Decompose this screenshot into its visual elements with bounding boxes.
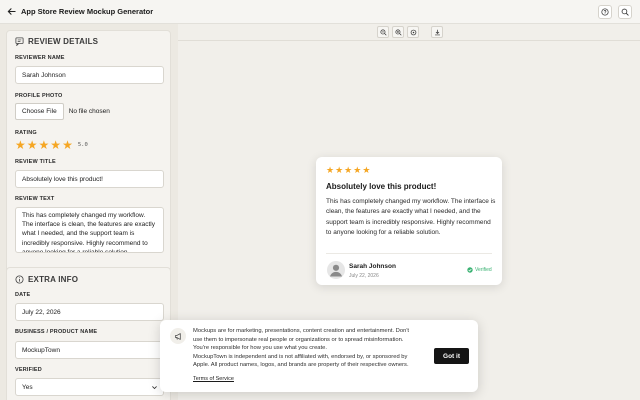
search-icon — [621, 8, 629, 16]
review-text-label: REVIEW TEXT — [15, 196, 55, 202]
star-icon[interactable]: ★ — [27, 139, 38, 151]
star-icon: ★ — [335, 165, 344, 175]
reviewer-name-input[interactable]: Sarah Johnson — [15, 66, 164, 84]
verified-badge: Verified — [467, 267, 492, 273]
star-icon: ★ — [353, 165, 362, 175]
megaphone-icon — [170, 328, 186, 344]
search-button[interactable] — [618, 5, 632, 19]
review-details-heading: REVIEW DETAILS — [15, 37, 98, 46]
extra-info-heading: EXTRA INFO — [15, 275, 78, 284]
disclaimer-banner: Mockups are for marketing, presentations… — [160, 320, 478, 392]
chevron-down-icon — [152, 386, 157, 390]
zoom-out-button[interactable] — [377, 26, 389, 38]
star-icon[interactable]: ★ — [50, 139, 61, 151]
top-bar: App Store Review Mockup Generator — [0, 0, 640, 24]
preview-date: July 22, 2026 — [349, 273, 379, 279]
date-input[interactable]: July 22, 2026 — [15, 303, 164, 321]
review-title-input[interactable]: Absolutely love this product! — [15, 170, 164, 188]
canvas-toolbar — [377, 26, 443, 38]
help-button[interactable] — [598, 5, 612, 19]
rating-stars: ★ ★ ★ ★ ★ 5.0 — [15, 139, 88, 151]
help-circle-icon — [601, 8, 609, 16]
zoom-in-button[interactable] — [392, 26, 404, 38]
rating-label: RATING — [15, 130, 37, 136]
canvas-divider — [178, 40, 640, 41]
preview-stars: ★ ★ ★ ★ ★ — [326, 166, 371, 175]
preview-name: Sarah Johnson — [349, 263, 396, 270]
star-icon[interactable]: ★ — [39, 139, 50, 151]
reset-zoom-button[interactable] — [407, 26, 419, 38]
star-icon: ★ — [362, 165, 371, 175]
terms-of-service-link[interactable]: Terms of Service — [193, 376, 234, 382]
review-title-label: REVIEW TITLE — [15, 159, 56, 165]
review-preview-card: ★ ★ ★ ★ ★ Absolutely love this product! … — [316, 157, 502, 285]
reviewer-name-label: REVIEWER NAME — [15, 55, 65, 61]
review-details-card: REVIEW DETAILS REVIEWER NAME Sarah Johns… — [6, 30, 171, 277]
check-circle-icon — [467, 267, 473, 273]
download-icon — [434, 29, 440, 35]
date-label: DATE — [15, 292, 31, 298]
file-status: No file chosen — [68, 108, 110, 115]
reset-zoom-icon — [410, 29, 416, 35]
business-input[interactable]: MockupTown — [15, 341, 164, 359]
got-it-button[interactable]: Got it — [434, 348, 469, 364]
preview-text: This has completely changed my workflow.… — [326, 198, 496, 236]
info-icon — [15, 275, 24, 284]
star-icon[interactable]: ★ — [62, 139, 73, 151]
arrow-left-icon[interactable] — [5, 6, 17, 18]
star-icon[interactable]: ★ — [15, 139, 26, 151]
profile-photo-label: PROFILE PHOTO — [15, 93, 63, 99]
verified-label: VERIFIED — [15, 367, 42, 373]
verified-select-value: Yes — [22, 383, 33, 391]
extra-info-card: EXTRA INFO DATE July 22, 2026 BUSINESS /… — [6, 267, 171, 400]
rating-value: 5.0 — [77, 142, 88, 148]
star-icon: ★ — [326, 165, 335, 175]
zoom-in-icon — [394, 28, 402, 36]
app-title: App Store Review Mockup Generator — [21, 7, 154, 16]
profile-photo-picker: Choose File No file chosen — [15, 103, 110, 120]
verified-select[interactable]: Yes — [15, 378, 164, 396]
avatar — [327, 261, 345, 279]
star-icon: ★ — [344, 165, 353, 175]
choose-file-button[interactable]: Choose File — [15, 103, 64, 120]
review-text-input[interactable]: This has completely changed my workflow.… — [15, 207, 164, 253]
zoom-out-icon — [379, 28, 387, 36]
disclaimer-text: Mockups are for marketing, presentations… — [193, 328, 410, 368]
download-button[interactable] — [431, 26, 443, 38]
message-square-icon — [15, 37, 24, 46]
editor-panel: REVIEW DETAILS REVIEWER NAME Sarah Johns… — [0, 24, 178, 400]
preview-title: Absolutely love this product! — [326, 182, 437, 191]
preview-divider — [326, 253, 492, 254]
business-label: BUSINESS / PRODUCT NAME — [15, 329, 98, 335]
